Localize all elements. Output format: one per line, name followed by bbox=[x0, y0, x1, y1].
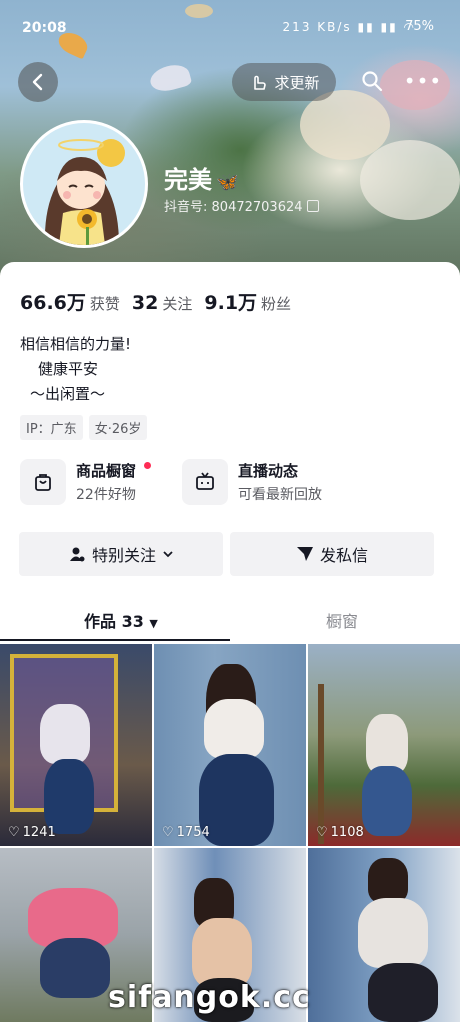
butterfly-icon bbox=[185, 4, 213, 18]
person-figure bbox=[368, 858, 408, 903]
video-thumbnail[interactable]: ♡ 1108 bbox=[308, 644, 460, 846]
battery-level: 75% bbox=[405, 19, 434, 34]
live-icon-box bbox=[182, 459, 228, 505]
like-count: ♡ 1241 bbox=[8, 825, 56, 840]
content-tabs: 作品 33 ▼ 橱窗 bbox=[0, 602, 460, 642]
request-update-label: 求更新 bbox=[274, 73, 320, 92]
stat-label: 关注 bbox=[162, 295, 193, 313]
heart-icon: ♡ bbox=[8, 825, 20, 840]
back-button[interactable] bbox=[18, 62, 58, 102]
douyin-id-value: 80472703624 bbox=[211, 200, 303, 215]
person-figure bbox=[362, 766, 412, 836]
person-figure bbox=[366, 714, 408, 774]
like-count-value: 1754 bbox=[176, 825, 210, 840]
tv-icon bbox=[196, 472, 214, 490]
shop-title: 商品橱窗 bbox=[76, 462, 137, 480]
stat-following[interactable]: 32 关注 bbox=[132, 292, 192, 314]
stat-number: 32 bbox=[131, 292, 159, 314]
douyin-id-label: 抖音号: bbox=[164, 200, 208, 215]
video-thumbnail[interactable]: ♡ 1754 bbox=[154, 644, 306, 846]
video-thumbnail[interactable]: ♡ 1241 bbox=[0, 644, 152, 846]
more-button[interactable]: ••• bbox=[400, 63, 446, 99]
search-button[interactable] bbox=[354, 63, 390, 99]
tab-works[interactable]: 作品 33 ▼ bbox=[84, 608, 158, 632]
douyin-id[interactable]: 抖音号: 80472703624 bbox=[164, 196, 319, 215]
new-badge-dot bbox=[144, 462, 151, 469]
avatar-illustration bbox=[44, 139, 125, 245]
stat-label: 粉丝 bbox=[261, 295, 292, 313]
stat-label: 获赞 bbox=[89, 295, 120, 313]
tab-showcase[interactable]: 橱窗 bbox=[326, 608, 358, 632]
bio: 相信相信的力量! 健康平安 ～出闲置～ bbox=[20, 332, 131, 407]
banner-flowers bbox=[360, 140, 460, 220]
person-figure bbox=[44, 759, 94, 834]
like-count-value: 1241 bbox=[22, 825, 56, 840]
bio-line: 相信相信的力量! bbox=[20, 335, 132, 353]
bio-line: ～出闲置～ bbox=[30, 385, 106, 403]
swing-post bbox=[318, 684, 324, 844]
chevron-down-icon bbox=[163, 551, 173, 558]
person-figure bbox=[40, 938, 110, 998]
person-figure bbox=[204, 699, 264, 759]
stat-followers[interactable]: 9.1万 粉丝 bbox=[204, 288, 291, 315]
shop-subtitle: 22件好物 bbox=[76, 487, 136, 503]
more-dots-icon: ••• bbox=[403, 69, 443, 93]
special-follow-button[interactable]: 特别关注 bbox=[19, 532, 223, 576]
profile-tags: IP：广东 女·26岁 bbox=[20, 415, 148, 440]
tab-indicator bbox=[0, 639, 230, 641]
status-bar: 20:08 213 KB/s ▮▮ ▮▮ ◠ 75% bbox=[0, 18, 460, 42]
status-time: 20:08 bbox=[22, 20, 67, 36]
special-follow-label: 特别关注 bbox=[91, 546, 156, 565]
site-watermark: sifangok.cc bbox=[108, 980, 311, 1015]
video-thumbnail[interactable] bbox=[308, 848, 460, 1022]
like-count: ♡ 1754 bbox=[162, 825, 210, 840]
stat-number: 9.1万 bbox=[204, 292, 258, 314]
send-message-button[interactable]: 发私信 bbox=[230, 532, 434, 576]
chevron-left-icon bbox=[32, 73, 43, 91]
copy-icon[interactable] bbox=[306, 200, 319, 212]
like-count-value: 1108 bbox=[330, 825, 364, 840]
live-title: 直播动态 bbox=[238, 462, 299, 480]
request-update-button[interactable]: 求更新 bbox=[232, 63, 336, 101]
caret-down-icon: ▼ bbox=[149, 617, 158, 630]
avatar[interactable] bbox=[20, 120, 148, 248]
like-count: ♡ 1108 bbox=[316, 825, 364, 840]
bio-line: 健康平安 bbox=[38, 360, 99, 378]
status-icons: 213 KB/s ▮▮ ▮▮ ◠ bbox=[282, 20, 416, 34]
network-speed: 213 KB/s bbox=[282, 20, 352, 34]
send-icon bbox=[296, 547, 313, 561]
user-star-icon bbox=[69, 547, 85, 562]
shop-window-entry[interactable]: 商品橱窗 22件好物 bbox=[20, 459, 136, 505]
heart-icon: ♡ bbox=[162, 825, 174, 840]
stat-likes[interactable]: 66.6万 获赞 bbox=[20, 288, 120, 315]
butterfly-icon bbox=[147, 61, 193, 95]
heart-icon: ♡ bbox=[316, 825, 328, 840]
person-figure bbox=[358, 898, 428, 968]
search-icon bbox=[362, 71, 383, 92]
shopping-bag-icon bbox=[35, 474, 51, 491]
tab-works-label: 作品 33 bbox=[84, 612, 144, 631]
gender-age-tag: 女·26岁 bbox=[88, 415, 148, 440]
live-updates-entry[interactable]: 直播动态 可看最新回放 bbox=[182, 459, 322, 505]
person-figure bbox=[368, 963, 438, 1022]
person-figure bbox=[40, 704, 90, 764]
nickname-text: 完美 bbox=[164, 166, 212, 194]
ip-tag: IP：广东 bbox=[20, 415, 83, 440]
shop-icon-box bbox=[20, 459, 66, 505]
butterfly-emoji: 🦋 bbox=[216, 172, 239, 193]
live-subtitle: 可看最新回放 bbox=[238, 487, 322, 503]
stats-row: 66.6万 获赞 32 关注 9.1万 粉丝 bbox=[20, 288, 291, 315]
person-figure bbox=[199, 754, 274, 846]
stat-number: 66.6万 bbox=[20, 292, 86, 314]
nickname: 完美 🦋 bbox=[164, 160, 238, 195]
send-message-label: 发私信 bbox=[319, 546, 368, 565]
hand-pointer-icon bbox=[254, 75, 267, 90]
